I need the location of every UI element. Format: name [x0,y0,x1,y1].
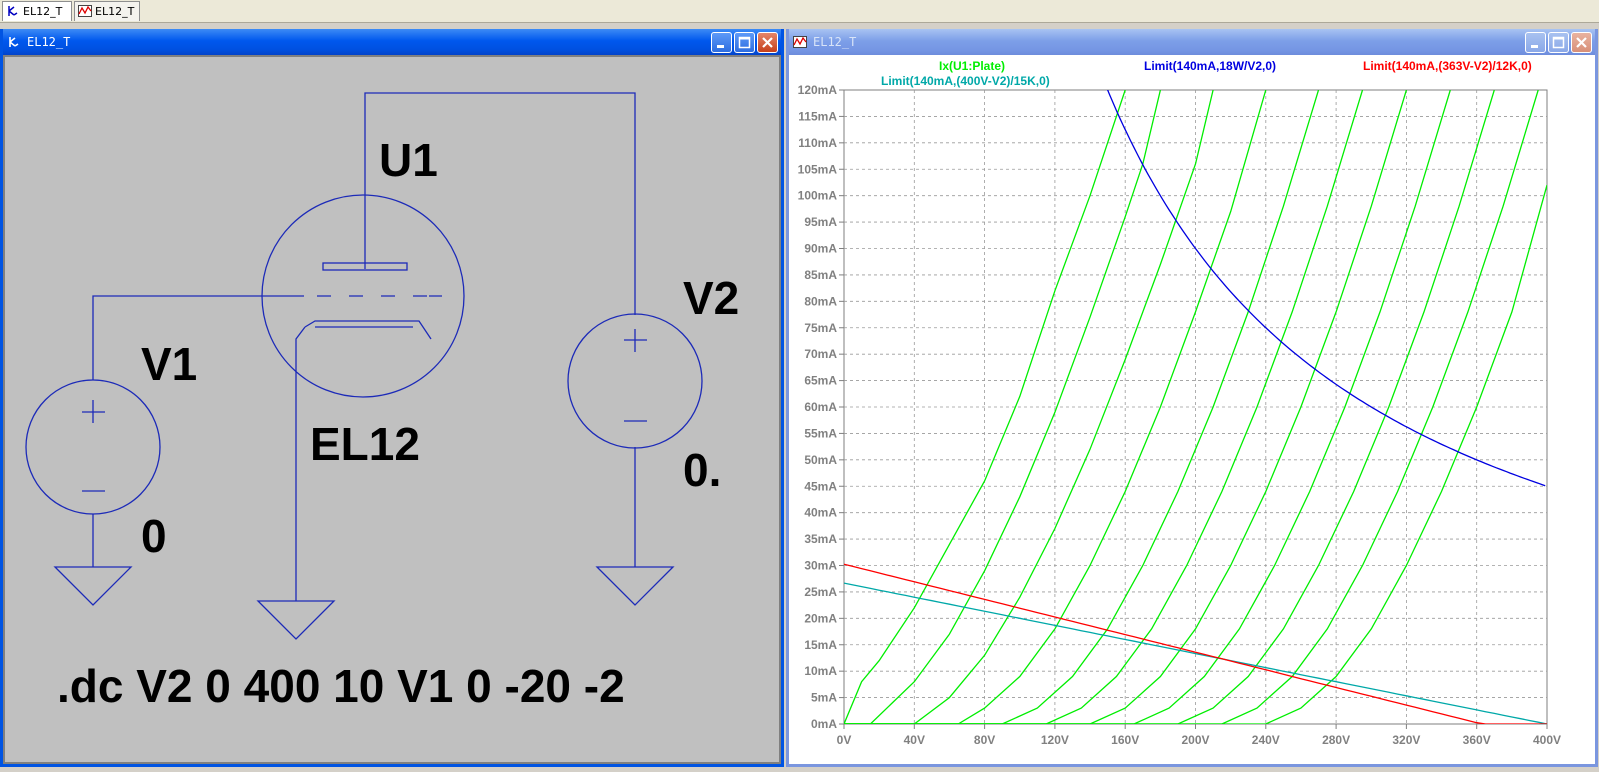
x-tick-label: 360V [1463,733,1491,747]
y-tick-label: 10mA [804,664,837,678]
v1-plus-sign [82,400,105,423]
y-tick-label: 25mA [804,585,837,599]
schematic-window: EL12_T U1 EL12 V1 0 V2 0. .dc V2 0 400 1… [0,29,784,767]
y-tick-label: 120mA [798,83,838,97]
close-button[interactable] [1571,32,1592,53]
tube-model-label[interactable]: EL12 [310,417,420,471]
ground-symbol-v1 [53,566,133,606]
tube-cathode [304,320,432,340]
waveform-plot-area[interactable]: Ix(U1:Plate) Limit(140mA,(400V-V2)/15K,0… [789,55,1595,764]
schematic-canvas[interactable]: U1 EL12 V1 0 V2 0. .dc V2 0 400 10 V1 0 … [3,55,781,764]
document-tab-strip: EL12_T EL12_T [0,0,1599,23]
y-tick-label: 35mA [804,532,837,546]
maximize-button[interactable] [1548,32,1569,53]
x-tick-label: 40V [904,733,925,747]
waveform-icon [793,36,807,48]
maximize-button[interactable] [734,32,755,53]
y-tick-label: 0mA [811,717,837,731]
close-icon [1576,37,1587,48]
close-button[interactable] [757,32,778,53]
y-tick-label: 55mA [804,426,837,440]
tab-waveform[interactable]: EL12_T [74,1,140,21]
wire-cathode-to-ground [295,326,306,601]
y-tick-label: 70mA [804,347,837,361]
x-tick-label: 400V [1533,733,1561,747]
y-tick-label: 85mA [804,268,837,282]
y-tick-label: 50mA [804,453,837,467]
y-tick-label: 115mA [798,109,837,123]
tab-label: EL12_T [23,5,63,18]
ground-symbol-cathode [256,600,336,640]
close-icon [762,37,773,48]
v2-plus-sign [624,329,647,352]
x-tick-label: 240V [1252,733,1280,747]
v1-value-label[interactable]: 0 [141,509,167,563]
maximize-icon [738,36,751,49]
v2-value-label[interactable]: 0. [683,443,721,497]
y-tick-label: 100mA [798,189,838,203]
x-tick-label: 80V [974,733,995,747]
tab-label: EL12_T [95,5,135,18]
minimize-icon [717,45,724,48]
y-tick-label: 45mA [804,479,837,493]
x-tick-label: 0V [837,733,852,747]
y-tick-label: 30mA [804,559,837,573]
ground-symbol-v2 [595,566,675,606]
y-tick-label: 15mA [804,638,837,652]
x-tick-label: 320V [1392,733,1420,747]
window-title: EL12_T [27,35,71,49]
window-title: EL12_T [813,35,857,49]
y-tick-label: 95mA [804,215,837,229]
y-tick-label: 75mA [804,321,837,335]
x-tick-label: 200V [1181,733,1209,747]
waveform-icon [78,5,92,17]
v1-ref-label[interactable]: V1 [141,337,197,391]
y-tick-label: 90mA [804,242,837,256]
minimize-button[interactable] [711,32,732,53]
maximize-icon [1552,36,1565,49]
x-tick-label: 160V [1111,733,1139,747]
y-tick-label: 110mA [798,136,837,150]
schematic-icon [9,37,19,47]
tab-schematic[interactable]: EL12_T [2,1,72,21]
x-tick-label: 120V [1041,733,1069,747]
tube-ref-label[interactable]: U1 [379,133,438,187]
y-tick-label: 60mA [804,400,837,414]
x-tick-label: 280V [1322,733,1350,747]
minimize-button[interactable] [1525,32,1546,53]
minimize-icon [1531,45,1538,48]
y-tick-label: 105mA [798,162,838,176]
y-tick-label: 65mA [804,374,837,388]
y-tick-label: 80mA [804,294,837,308]
spice-directive[interactable]: .dc V2 0 400 10 V1 0 -20 -2 [57,659,625,713]
wire-grid-to-v1 [92,295,304,380]
waveform-window-titlebar[interactable]: EL12_T [789,29,1595,55]
v2-ref-label[interactable]: V2 [683,271,739,325]
schematic-icon [8,6,18,16]
plot-chart[interactable]: 0V 40V 80V 120V 160V 200V 240V 280V 320V 360V 400V… [789,55,1595,767]
schematic-window-titlebar[interactable]: EL12_T [3,29,781,55]
y-tick-label: 20mA [804,611,837,625]
y-tick-label: 5mA [811,691,837,705]
y-tick-label: 40mA [804,506,837,520]
waveform-window: EL12_T Ix(U1:Plate) Limit(140mA,(400V-V2… [786,29,1598,767]
